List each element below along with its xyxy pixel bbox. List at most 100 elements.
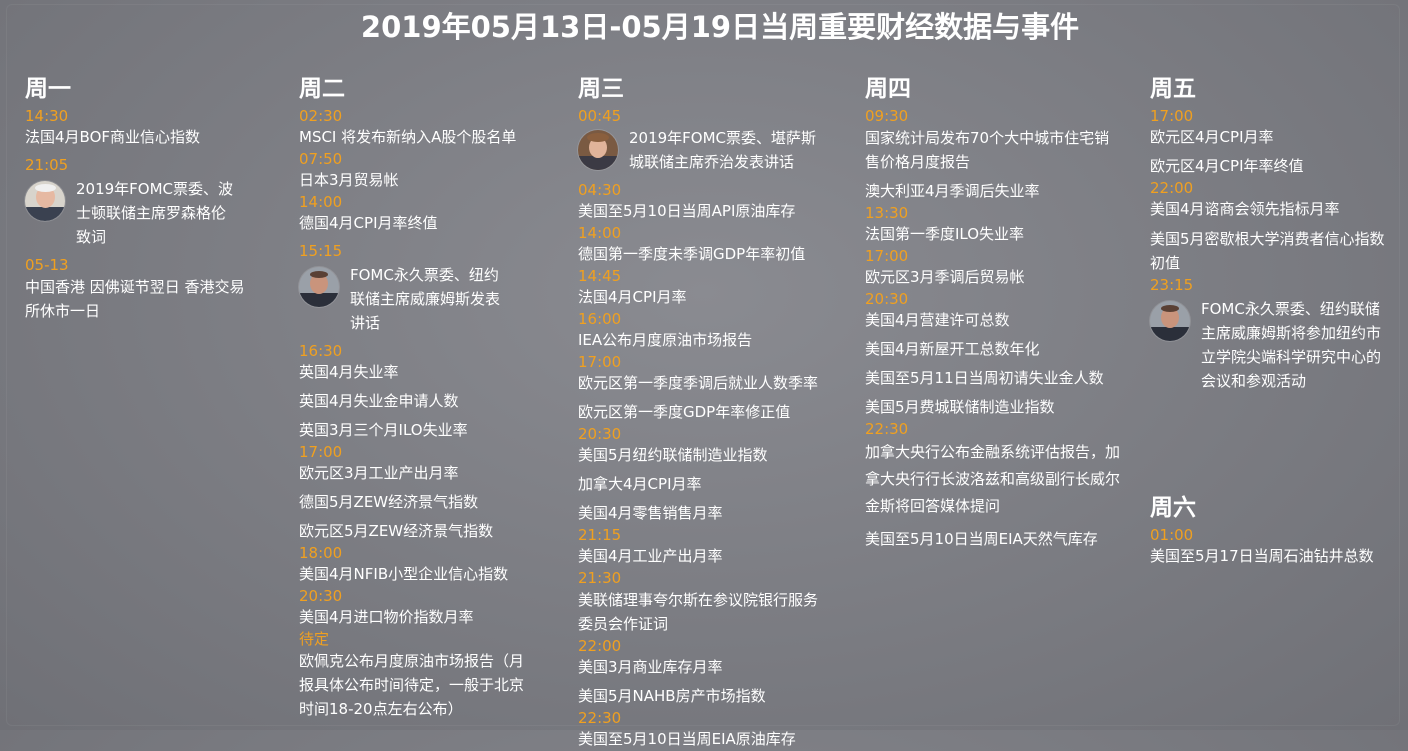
event-time: 18:00 [299, 544, 343, 562]
event-time: 23:15 [1150, 276, 1194, 294]
event-text: 美国4月谘商会领先指标月率 [1150, 200, 1340, 218]
event-text: 2019年FOMC票委、堪萨斯城联储主席乔治发表讲话 [629, 129, 817, 171]
event-time: 22:00 [578, 637, 622, 655]
event-text: IEA公布月度原油市场报告 [578, 331, 753, 349]
event-text: 美国至5月10日当周EIA原油库存 [578, 730, 796, 748]
event-text: 美国至5月10日当周EIA天然气库存 [865, 530, 1098, 548]
event-time: 01:00 [1150, 526, 1194, 544]
event-time: 15:15 [299, 242, 343, 260]
speaker-row: 2019年FOMC票委、波士顿联储主席罗森格伦致词 [25, 177, 255, 249]
event-text: 美国5月纽约联储制造业指数 [578, 446, 768, 464]
event-text: 欧元区第一季度季调后就业人数季率 [578, 374, 819, 392]
event-time: 17:00 [578, 353, 622, 371]
event-text: 美国4月进口物价指数月率 [299, 608, 474, 626]
event-time: 09:30 [865, 107, 909, 125]
event-time: 04:30 [578, 181, 622, 199]
event-time: 14:45 [578, 267, 622, 285]
event-time: 20:30 [299, 587, 343, 605]
event-time: 16:30 [299, 342, 343, 360]
event-text: 加拿大央行公布金融系统评估报告，加拿大央行行长波洛兹和高级副行长威尔金斯将回答媒… [865, 443, 1121, 515]
event-time: 21:15 [578, 526, 622, 544]
column-monday: 周一 14:30 法国4月BOF商业信心指数 21:05 2019年FOMC票委… [25, 74, 255, 329]
event-text: 英国4月失业金申请人数 [299, 392, 459, 410]
event-time: 17:00 [299, 443, 343, 461]
person-avatar-george [578, 130, 618, 170]
event-time: 20:30 [865, 290, 909, 308]
event-text: 中国香港 因佛诞节翌日 香港交易所休市一日 [25, 278, 245, 320]
event-text: 2019年FOMC票委、波士顿联储主席罗森格伦致词 [76, 180, 234, 246]
event-text: 美国4月新屋开工总数年化 [865, 340, 1040, 358]
person-avatar-rosengren [25, 181, 65, 221]
day-heading: 周五 [1150, 76, 1196, 102]
event-text: 德国4月CPI月率终值 [299, 214, 438, 232]
event-time: 21:05 [25, 156, 69, 174]
event-time: 02:30 [299, 107, 343, 125]
event-time: 14:30 [25, 107, 69, 125]
event-time: 05-13 [25, 256, 69, 274]
event-text: 美联储理事夸尔斯在参议院银行服务委员会作证词 [578, 591, 819, 633]
column-thursday: 周四 09:30 国家统计局发布70个大中城市住宅销售价格月度报告 澳大利亚4月… [865, 74, 1130, 557]
event-text: 国家统计局发布70个大中城市住宅销售价格月度报告 [865, 129, 1110, 171]
event-time: 16:00 [578, 310, 622, 328]
day-heading: 周六 [1150, 495, 1196, 521]
event-text: 法国4月CPI月率 [578, 288, 687, 306]
event-text: 美国4月营建许可总数 [865, 311, 1010, 329]
event-time: 22:30 [865, 420, 909, 438]
event-text: 英国3月三个月ILO失业率 [299, 421, 468, 439]
day-heading: 周一 [25, 76, 71, 102]
event-text: MSCI 将发布新纳入A股个股名单 [299, 128, 517, 146]
speaker-row: FOMC永久票委、纽约联储主席威廉姆斯将参加纽约市立学院尖端科学研究中心的会议和… [1150, 297, 1390, 393]
event-time: 17:00 [865, 247, 909, 265]
day-heading: 周三 [578, 76, 624, 102]
saturday-block: 周六 01:00 美国至5月17日当周石油钻井总数 [1150, 493, 1390, 568]
event-text: FOMC永久票委、纽约联储主席威廉姆斯将参加纽约市立学院尖端科学研究中心的会议和… [1201, 300, 1382, 390]
event-time: 14:00 [299, 193, 343, 211]
event-text: 美国4月NFIB小型企业信心指数 [299, 565, 509, 583]
event-text: 美国至5月17日当周石油钻井总数 [1150, 547, 1374, 565]
event-text: 美国4月零售销售月率 [578, 504, 723, 522]
event-text: 欧元区5月ZEW经济景气指数 [299, 522, 494, 540]
event-text: 美国至5月10日当周API原油库存 [578, 202, 796, 220]
event-text: 德国第一季度未季调GDP年率初值 [578, 245, 806, 263]
event-text: 美国4月工业产出月率 [578, 547, 723, 565]
event-time: 00:45 [578, 107, 622, 125]
event-time: 22:30 [578, 709, 622, 727]
event-time: 22:00 [1150, 179, 1194, 197]
event-time: 07:50 [299, 150, 343, 168]
event-text: 欧元区3月季调后贸易帐 [865, 268, 1025, 286]
event-text: FOMC永久票委、纽约联储主席威廉姆斯发表讲话 [350, 266, 501, 332]
event-text: 法国第一季度ILO失业率 [865, 225, 1025, 243]
event-text: 澳大利亚4月季调后失业率 [865, 182, 1040, 200]
event-text: 欧元区4月CPI月率 [1150, 128, 1274, 146]
event-text: 加拿大4月CPI月率 [578, 475, 702, 493]
event-time: 20:30 [578, 425, 622, 443]
column-tuesday: 周二 02:30 MSCI 将发布新纳入A股个股名单 07:50 日本3月贸易帐… [299, 74, 539, 727]
event-text: 日本3月贸易帐 [299, 171, 399, 189]
event-text: 德国5月ZEW经济景气指数 [299, 493, 479, 511]
page-title: 2019年05月13日-05月19日当周重要财经数据与事件 [360, 10, 1080, 44]
event-text: 美国5月密歇根大学消费者信心指数初值 [1150, 230, 1385, 272]
event-time: 17:00 [1150, 107, 1194, 125]
speaker-row: 2019年FOMC票委、堪萨斯城联储主席乔治发表讲话 [578, 126, 838, 174]
event-text: 美国至5月11日当周初请失业金人数 [865, 369, 1104, 387]
person-avatar-williams [299, 267, 339, 307]
event-time: 待定 [299, 630, 330, 648]
column-wednesday: 周三 00:45 2019年FOMC票委、堪萨斯城联储主席乔治发表讲话 04:3… [578, 74, 838, 751]
event-text: 美国5月NAHB房产市场指数 [578, 687, 766, 705]
event-text: 英国4月失业率 [299, 363, 399, 381]
event-text: 美国5月费城联储制造业指数 [865, 398, 1055, 416]
event-text: 欧佩克公布月度原油市场报告（月报具体公布时间待定，一般于北京时间18-20点左右… [299, 652, 525, 718]
speaker-row: FOMC永久票委、纽约联储主席威廉姆斯发表讲话 [299, 263, 539, 335]
event-text: 欧元区3月工业产出月率 [299, 464, 459, 482]
event-text: 欧元区4月CPI年率终值 [1150, 157, 1304, 175]
day-heading: 周二 [299, 76, 345, 102]
event-text: 欧元区第一季度GDP年率修正值 [578, 403, 791, 421]
event-text: 法国4月BOF商业信心指数 [25, 128, 201, 146]
event-time: 14:00 [578, 224, 622, 242]
event-time: 21:30 [578, 569, 622, 587]
day-heading: 周四 [865, 76, 911, 102]
column-friday: 周五 17:00 欧元区4月CPI月率 欧元区4月CPI年率终值 22:00 美… [1150, 74, 1390, 574]
event-text: 美国3月商业库存月率 [578, 658, 723, 676]
person-avatar-williams [1150, 301, 1190, 341]
event-time: 13:30 [865, 204, 909, 222]
